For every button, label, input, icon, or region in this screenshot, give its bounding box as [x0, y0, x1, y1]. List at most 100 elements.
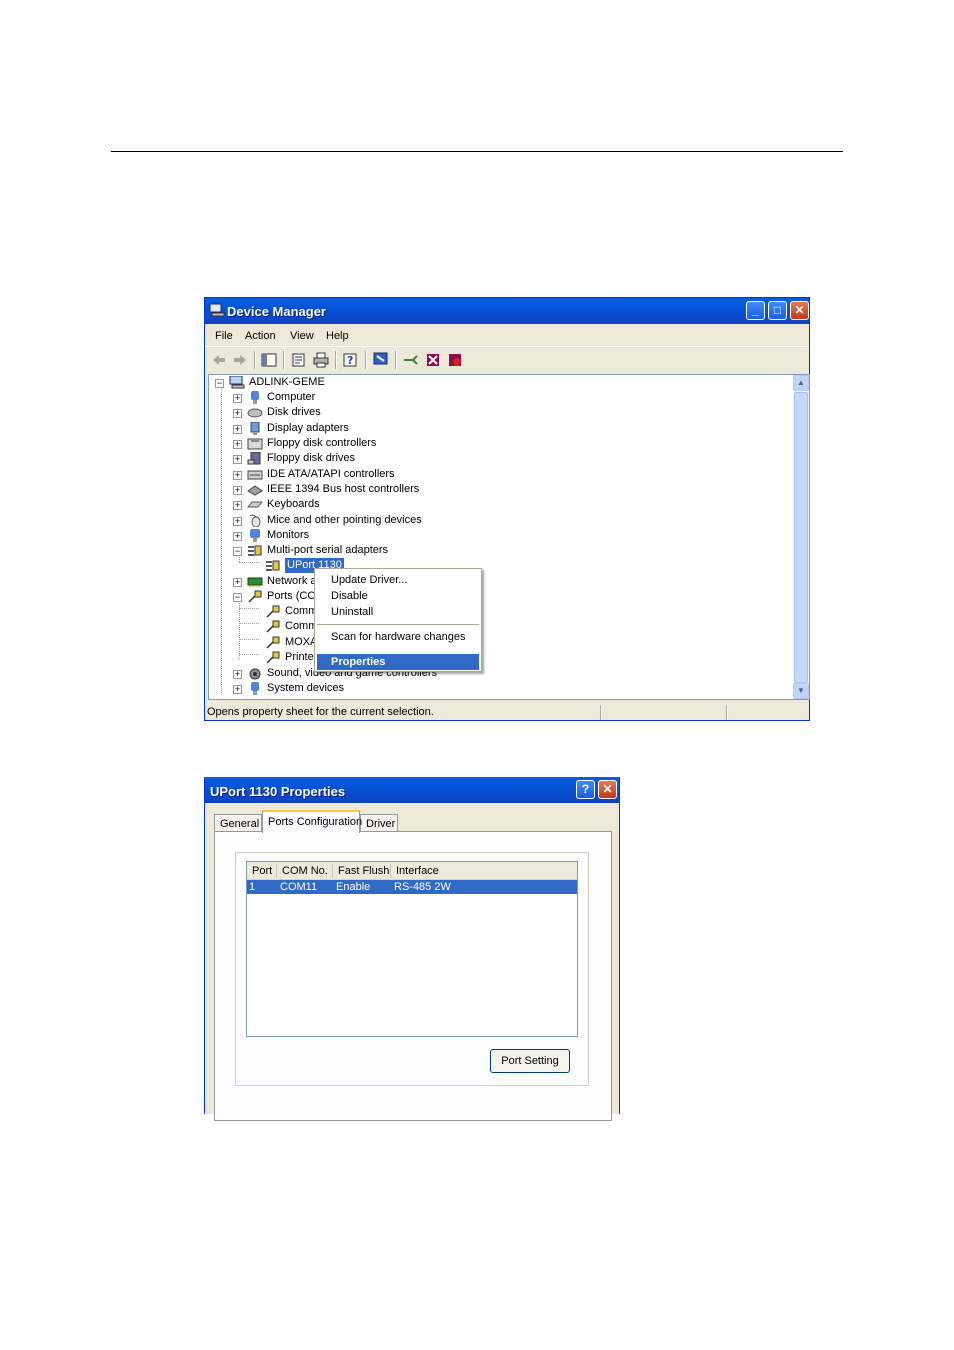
cell-interface: RS-485 2W [394, 881, 451, 893]
context-menu: Update Driver... Disable Uninstall Scan … [314, 568, 482, 672]
properties-icon[interactable] [291, 352, 307, 368]
toolbar-separator [335, 351, 337, 369]
list-header: Port COM No. Fast Flush Interface [247, 862, 577, 880]
tree-expand-toggle[interactable]: + [233, 578, 242, 587]
help-icon[interactable]: ? [343, 352, 359, 368]
toolbar-separator [395, 351, 397, 369]
scrollbar-thumb[interactable] [794, 392, 808, 683]
minimize-button[interactable]: _ [746, 301, 765, 320]
ide-controller-icon [247, 470, 263, 480]
tree-expand-toggle[interactable]: + [233, 440, 242, 449]
tab-driver[interactable]: Driver [360, 814, 398, 832]
page-divider [111, 151, 843, 152]
menu-item-uninstall[interactable]: Uninstall [317, 604, 479, 620]
tab-general[interactable]: General [214, 814, 262, 832]
device-manager-window: Device Manager _ □ ✕ File Action View He… [204, 297, 810, 721]
tree-expand-toggle[interactable]: + [233, 409, 242, 418]
column-port[interactable]: Port [247, 864, 277, 878]
vertical-scrollbar[interactable]: ▲ ▼ [793, 375, 809, 699]
keyboard-icon [247, 501, 263, 508]
port-icon [266, 636, 280, 649]
menu-item-update-driver[interactable]: Update Driver... [317, 572, 479, 588]
port-icon [266, 620, 280, 633]
scroll-up-arrow-icon[interactable]: ▲ [793, 375, 809, 391]
column-com-no[interactable]: COM No. [277, 864, 333, 878]
port-setting-button[interactable]: Port Setting [490, 1049, 570, 1073]
toolbar-separator [254, 351, 256, 369]
mouse-icon [249, 514, 261, 527]
tab-ports-configuration[interactable]: Ports Configuration [262, 810, 362, 833]
scroll-down-arrow-icon[interactable]: ▼ [793, 683, 809, 699]
tree-expand-toggle[interactable]: + [233, 532, 242, 541]
port-icon [266, 651, 280, 664]
disable-icon[interactable] [447, 352, 463, 368]
serial-adapter-icon [266, 560, 280, 571]
print-icon[interactable] [313, 352, 329, 368]
column-interface[interactable]: Interface [391, 864, 577, 878]
device-manager-icon [209, 303, 225, 317]
dialog-title-bar[interactable]: UPort 1130 Properties ? ✕ [205, 777, 619, 803]
close-button[interactable]: ✕ [790, 301, 809, 320]
tree-expand-toggle[interactable]: + [233, 501, 242, 510]
menu-item-properties[interactable]: Properties [317, 654, 479, 670]
menu-bar: File Action View Help [205, 324, 809, 346]
sound-icon [249, 668, 261, 680]
tree-expand-toggle[interactable]: + [233, 455, 242, 464]
window-title: Device Manager [227, 304, 326, 319]
properties-dialog: UPort 1130 Properties ? ✕ General Ports … [204, 777, 620, 1121]
disk-drive-icon [247, 408, 263, 418]
back-arrow-icon[interactable] [211, 352, 227, 368]
tree-connector [239, 654, 259, 655]
uninstall-icon[interactable] [425, 352, 441, 368]
table-row[interactable]: 1 COM11 Enable RS-485 2W [247, 880, 577, 894]
system-device-icon [251, 682, 259, 695]
floppy-drive-icon [247, 452, 261, 465]
menu-file[interactable]: File [215, 330, 233, 342]
title-bar[interactable]: Device Manager _ □ ✕ [205, 298, 809, 324]
dialog-title: UPort 1130 Properties [210, 784, 346, 799]
menu-view[interactable]: View [290, 330, 314, 342]
tree-connector [239, 608, 259, 609]
help-button[interactable]: ? [576, 780, 595, 799]
ports-list[interactable]: Port COM No. Fast Flush Interface 1 COM1… [246, 861, 578, 1037]
floppy-controller-icon [247, 438, 263, 450]
toolbar-separator [283, 351, 285, 369]
tree-connector [239, 562, 259, 563]
menu-item-disable[interactable]: Disable [317, 588, 479, 604]
tree-collapse-toggle[interactable]: − [215, 379, 224, 388]
column-fast-flush[interactable]: Fast Flush [333, 864, 391, 878]
cell-fast-flush: Enable [336, 881, 371, 893]
device-tree: − ADLINK-GEME + Computer + Disk drives +… [215, 376, 437, 695]
network-adapter-icon [247, 577, 263, 587]
scan-hardware-icon[interactable] [373, 352, 389, 368]
device-tree-pane: − ADLINK-GEME + Computer + Disk drives +… [208, 374, 810, 700]
tree-collapse-toggle[interactable]: − [233, 547, 242, 556]
tree-collapse-toggle[interactable]: − [233, 593, 242, 602]
cell-com-no: COM11 [280, 881, 318, 893]
status-bar: Opens property sheet for the current sel… [205, 703, 809, 721]
tree-connector [239, 623, 259, 624]
tree-connector [239, 600, 240, 660]
forward-arrow-icon[interactable] [232, 352, 248, 368]
display-adapter-icon [250, 422, 260, 435]
tree-expand-toggle[interactable]: + [233, 394, 242, 403]
show-hide-tree-icon[interactable] [261, 352, 277, 368]
tree-expand-toggle[interactable]: + [233, 670, 242, 679]
menu-help[interactable]: Help [326, 330, 349, 342]
ports-group: Port COM No. Fast Flush Interface 1 COM1… [235, 852, 589, 1086]
tree-connector [239, 639, 259, 640]
tree-expand-toggle[interactable]: + [233, 486, 242, 495]
status-separator [726, 705, 728, 720]
tree-expand-toggle[interactable]: + [233, 517, 242, 526]
menu-item-scan-hardware[interactable]: Scan for hardware changes [317, 629, 479, 645]
tree-connector [221, 387, 222, 693]
update-driver-icon[interactable] [403, 352, 419, 368]
tree-expand-toggle[interactable]: + [233, 471, 242, 480]
cell-port: 1 [249, 881, 256, 893]
tree-expand-toggle[interactable]: + [233, 685, 242, 694]
maximize-button[interactable]: □ [768, 301, 787, 320]
close-button[interactable]: ✕ [598, 780, 617, 799]
status-separator [600, 705, 602, 720]
menu-action[interactable]: Action [245, 330, 276, 342]
tree-expand-toggle[interactable]: + [233, 425, 242, 434]
